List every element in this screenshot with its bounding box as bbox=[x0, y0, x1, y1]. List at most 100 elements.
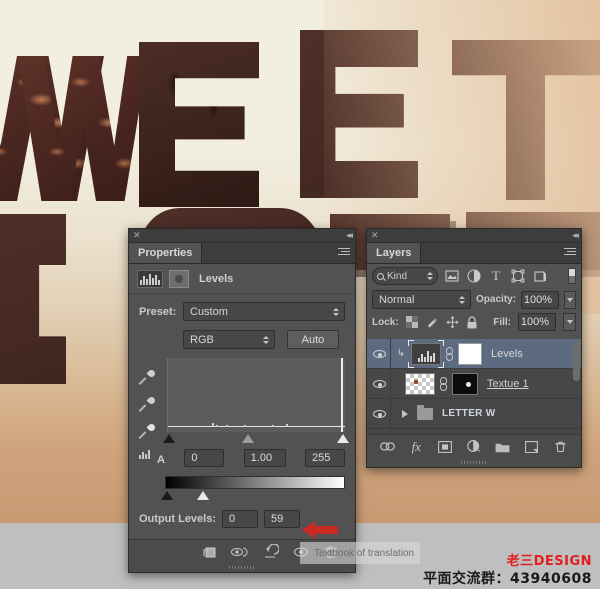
layer-name[interactable]: Levels bbox=[491, 348, 523, 360]
add-layer-style-icon[interactable]: fx bbox=[408, 439, 424, 455]
table-row[interactable]: LETTER W bbox=[367, 398, 581, 429]
fill-label: Fill: bbox=[493, 316, 511, 328]
filter-kind-select[interactable]: Kind bbox=[372, 267, 438, 285]
histogram-white-spike bbox=[341, 358, 343, 432]
collapse-panel-icon[interactable]: ◂◂ bbox=[572, 230, 579, 241]
close-icon[interactable]: ✕ bbox=[133, 231, 141, 240]
chevron-right-icon[interactable] bbox=[402, 409, 408, 418]
levels-adjustment-thumbnail[interactable] bbox=[408, 339, 444, 368]
opacity-label: Opacity: bbox=[476, 294, 517, 305]
histogram-baseline bbox=[168, 426, 345, 427]
input-levels-slider[interactable] bbox=[163, 434, 349, 443]
filter-smart-object-icon[interactable] bbox=[532, 268, 548, 284]
new-group-icon[interactable] bbox=[495, 439, 511, 455]
input-gray-handle[interactable] bbox=[242, 434, 254, 443]
tab-layers[interactable]: Layers bbox=[367, 243, 422, 263]
texture-layer-thumbnail[interactable] bbox=[405, 372, 435, 395]
new-layer-icon[interactable] bbox=[524, 439, 540, 455]
filter-adjustment-layers-icon[interactable] bbox=[466, 268, 482, 284]
input-white-handle[interactable] bbox=[337, 434, 349, 443]
filter-shape-layers-icon[interactable] bbox=[510, 268, 526, 284]
opacity-field[interactable]: 100% bbox=[521, 290, 560, 309]
fill-dropdown-button[interactable] bbox=[563, 313, 576, 331]
output-gradient-bar bbox=[165, 476, 345, 489]
layers-scrollbar[interactable] bbox=[573, 341, 580, 381]
input-black-handle[interactable] bbox=[163, 434, 175, 443]
output-black-handle[interactable] bbox=[161, 491, 173, 500]
table-row[interactable]: ↳ Levels bbox=[367, 339, 581, 369]
panel-menu-icon[interactable] bbox=[564, 248, 576, 257]
white-layer-mask-thumbnail[interactable] bbox=[458, 342, 482, 365]
input-highlight-field[interactable]: 255 bbox=[304, 449, 345, 467]
layer-visibility-toggle[interactable] bbox=[369, 368, 391, 399]
letter-e-1 bbox=[139, 42, 259, 207]
output-white-value: 59 bbox=[271, 513, 284, 525]
lock-transparent-pixels-icon[interactable] bbox=[406, 316, 419, 329]
chevron-updown-icon bbox=[459, 295, 466, 304]
link-mask-icon[interactable] bbox=[440, 376, 447, 391]
add-layer-mask-icon[interactable] bbox=[437, 439, 453, 455]
channel-select[interactable]: RGB bbox=[183, 330, 275, 349]
layers-panel[interactable]: ✕ ◂◂ Layers Kind T Normal Opacity: 100% … bbox=[366, 228, 582, 468]
chevron-updown-icon bbox=[427, 272, 433, 280]
blend-mode-select[interactable]: Normal bbox=[372, 290, 472, 309]
levels-histogram-icon bbox=[137, 269, 163, 288]
clip-to-layer-icon[interactable] bbox=[169, 269, 189, 288]
blend-mode-value: Normal bbox=[379, 293, 415, 306]
layer-list[interactable]: ↳ Levels Textue 1 LETTER W bbox=[367, 339, 581, 434]
red-pointer-arrow bbox=[302, 520, 338, 540]
gray-point-eyedropper[interactable] bbox=[138, 395, 157, 413]
opacity-value: 100% bbox=[523, 293, 553, 306]
screenshot-root: ✕ ◂◂ Properties Levels Preset: Custom RG… bbox=[0, 0, 600, 589]
opacity-dropdown-button[interactable] bbox=[564, 290, 576, 309]
blend-mode-row: Normal Opacity: 100% bbox=[367, 288, 581, 311]
layer-visibility-toggle[interactable] bbox=[369, 398, 391, 429]
layer-name[interactable]: Textue 1 bbox=[487, 378, 529, 390]
properties-resize-grip[interactable] bbox=[129, 563, 355, 572]
filter-type-layers-icon[interactable]: T bbox=[488, 268, 504, 284]
lock-position-icon[interactable] bbox=[445, 315, 459, 329]
layer-name[interactable]: LETTER W bbox=[442, 408, 496, 419]
link-layers-icon[interactable] bbox=[379, 439, 395, 455]
lock-all-icon[interactable] bbox=[466, 315, 479, 329]
view-previous-state-button[interactable] bbox=[230, 544, 248, 560]
reset-adjustment-button[interactable] bbox=[261, 542, 280, 560]
adjustment-title: Levels bbox=[199, 272, 234, 285]
letter-e-2 bbox=[300, 30, 418, 198]
input-shadow-field[interactable]: 0 bbox=[184, 449, 225, 467]
layers-panel-topbar: ✕ ◂◂ bbox=[367, 229, 581, 243]
preset-row: Preset: Custom bbox=[139, 302, 345, 321]
output-black-field[interactable]: 0 bbox=[222, 510, 259, 528]
output-white-handle[interactable] bbox=[197, 491, 209, 500]
preset-label: Preset: bbox=[139, 305, 177, 318]
auto-options-icon[interactable]: A bbox=[139, 450, 165, 466]
tab-properties[interactable]: Properties bbox=[129, 243, 203, 263]
output-white-field[interactable]: 59 bbox=[264, 510, 301, 528]
clip-to-layer-button[interactable] bbox=[199, 544, 217, 560]
layers-resize-grip[interactable] bbox=[367, 458, 581, 467]
black-point-eyedropper[interactable] bbox=[138, 368, 157, 386]
output-levels-slider[interactable] bbox=[161, 491, 345, 500]
black-layer-mask-thumbnail[interactable] bbox=[452, 372, 478, 395]
close-icon[interactable]: ✕ bbox=[371, 231, 379, 240]
fill-field[interactable]: 100% bbox=[518, 313, 556, 331]
input-levels-row: A 0 1.00 255 bbox=[139, 449, 345, 467]
collapse-panel-icon[interactable]: ◂◂ bbox=[346, 230, 353, 241]
table-row[interactable]: Textue 1 bbox=[367, 368, 581, 399]
auto-button[interactable]: Auto bbox=[287, 330, 339, 349]
input-midtone-value: 1.00 bbox=[250, 452, 273, 464]
levels-histogram[interactable] bbox=[167, 358, 345, 432]
white-point-eyedropper[interactable] bbox=[138, 422, 157, 440]
input-midtone-field[interactable]: 1.00 bbox=[243, 449, 286, 467]
preset-select[interactable]: Custom bbox=[183, 302, 345, 321]
filter-enable-toggle[interactable] bbox=[568, 268, 576, 284]
panel-menu-icon[interactable] bbox=[338, 248, 350, 257]
input-highlight-value: 255 bbox=[311, 452, 331, 464]
layer-visibility-toggle[interactable] bbox=[369, 339, 391, 369]
filter-pixel-layers-icon[interactable] bbox=[444, 268, 460, 284]
new-adjustment-layer-icon[interactable] bbox=[466, 439, 482, 455]
lock-image-pixels-icon[interactable] bbox=[426, 316, 439, 329]
delete-layer-icon[interactable] bbox=[552, 439, 568, 455]
layers-tab-row: Layers bbox=[367, 243, 581, 264]
link-mask-icon[interactable] bbox=[446, 346, 453, 361]
